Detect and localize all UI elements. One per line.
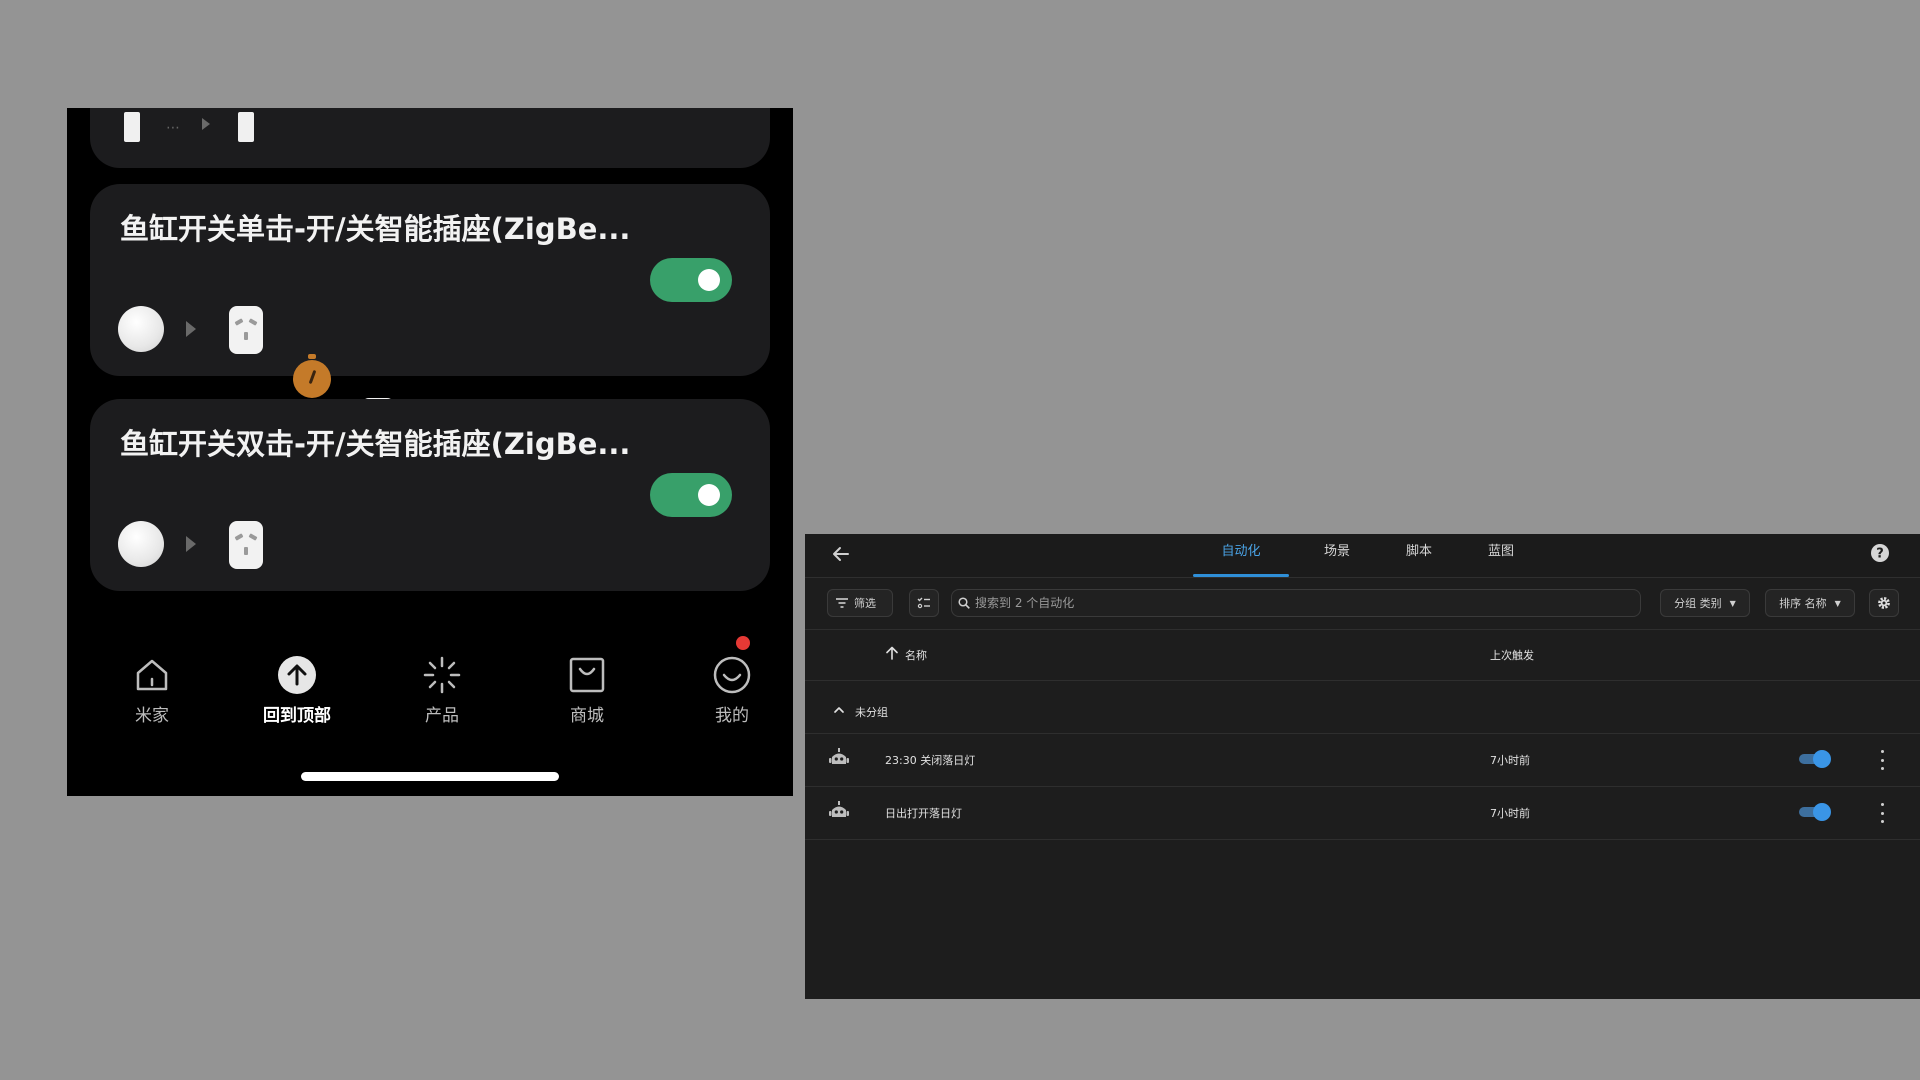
nav-item-back-to-top[interactable]: 回到顶部 xyxy=(242,653,352,726)
nav-item-home[interactable]: 米家 xyxy=(97,653,207,726)
gear-icon xyxy=(1878,597,1890,609)
divider xyxy=(805,839,1920,840)
wireless-switch-icon xyxy=(118,521,164,567)
nav-label: 米家 xyxy=(135,706,169,726)
device-icon xyxy=(238,112,254,142)
column-header-name[interactable]: 名称 xyxy=(905,647,927,663)
automation-card[interactable]: 鱼缸开关双击-开/关智能插座(ZigBe... xyxy=(90,399,770,591)
dots-icon: ⋯ xyxy=(166,120,180,136)
automation-toggle[interactable] xyxy=(650,258,732,302)
enable-toggle[interactable] xyxy=(1797,803,1831,821)
search-field[interactable] xyxy=(951,589,1641,617)
group-by-button[interactable]: 分组 类别 ▼ xyxy=(1660,589,1750,617)
robot-icon xyxy=(829,801,849,822)
filter-button[interactable]: 筛选 xyxy=(827,589,893,617)
home-assistant-automations-panel: 自动化 场景 脚本 蓝图 ? 筛选 分组 类别 ▼ 排序 名称 ▼ 名称 上次触… xyxy=(805,534,1920,999)
filter-icon xyxy=(836,598,848,608)
svg-text:?: ? xyxy=(1876,547,1884,562)
arrow-right-icon xyxy=(186,536,196,552)
automation-name: 23:30 关闭落日灯 xyxy=(885,754,976,767)
table-row[interactable]: 23:30 关闭落日灯 7小时前 xyxy=(805,734,1920,786)
caret-down-icon: ▼ xyxy=(1834,598,1841,608)
smiley-icon xyxy=(677,653,787,697)
nav-label: 产品 xyxy=(425,706,459,726)
more-vert-icon[interactable] xyxy=(1876,803,1888,823)
arrow-up-circle-icon xyxy=(242,653,352,697)
last-triggered: 7小时前 xyxy=(1490,807,1530,820)
filter-label: 筛选 xyxy=(854,597,876,610)
sort-button[interactable]: 排序 名称 ▼ xyxy=(1765,589,1855,617)
search-input[interactable] xyxy=(973,595,1617,611)
caret-down-icon: ▼ xyxy=(1729,598,1736,608)
search-icon xyxy=(958,597,970,609)
settings-button[interactable] xyxy=(1869,589,1899,617)
shopping-bag-icon xyxy=(532,653,642,697)
nav-label: 我的 xyxy=(715,706,749,726)
back-arrow-icon[interactable] xyxy=(831,544,851,567)
chevron-up-icon[interactable] xyxy=(833,704,845,718)
enable-toggle[interactable] xyxy=(1797,750,1831,768)
tab-blueprints[interactable]: 蓝图 xyxy=(1469,534,1533,577)
sort-ascending-icon[interactable] xyxy=(885,646,899,663)
help-icon[interactable]: ? xyxy=(1870,543,1890,566)
automation-card[interactable]: 鱼缸开关单击-开/关智能插座(ZigBe... xyxy=(90,184,770,446)
smart-plug-icon xyxy=(229,521,263,569)
home-icon xyxy=(97,653,207,697)
group-by-label: 分组 类别 xyxy=(1674,597,1722,610)
nav-item-products[interactable]: 产品 xyxy=(387,653,497,726)
multi-select-button[interactable] xyxy=(909,589,939,617)
divider xyxy=(805,680,1920,681)
more-vert-icon[interactable] xyxy=(1876,750,1888,770)
tab-automations[interactable]: 自动化 xyxy=(1193,534,1289,577)
arrow-right-icon xyxy=(186,321,196,337)
nav-label: 商城 xyxy=(570,706,604,726)
automation-toggle[interactable] xyxy=(650,473,732,517)
nav-item-profile[interactable]: 我的 xyxy=(677,653,787,726)
timer-icon xyxy=(293,354,331,398)
group-header: 未分组 xyxy=(855,706,888,719)
top-bar: 自动化 场景 脚本 蓝图 ? xyxy=(805,534,1920,578)
tab-scenes[interactable]: 场景 xyxy=(1305,534,1369,577)
tab-scripts[interactable]: 脚本 xyxy=(1387,534,1451,577)
nav-item-store[interactable]: 商城 xyxy=(532,653,642,726)
mi-home-phone-screen: ⋯ 鱼缸开关单击-开/关智能插座(ZigBe... 鱼缸开关双击-开/关智能插座… xyxy=(67,108,793,796)
divider xyxy=(805,629,1920,630)
home-indicator[interactable] xyxy=(301,772,559,781)
sparkle-icon xyxy=(387,653,497,697)
smart-plug-icon xyxy=(229,306,263,354)
nav-label: 回到顶部 xyxy=(263,706,331,726)
table-row[interactable]: 日出打开落日灯 7小时前 xyxy=(805,787,1920,839)
arrow-right-icon xyxy=(202,118,210,130)
robot-icon xyxy=(829,748,849,769)
device-icon xyxy=(124,112,140,142)
automation-title: 鱼缸开关双击-开/关智能插座(ZigBe... xyxy=(120,427,631,461)
checklist-icon xyxy=(917,597,930,609)
sort-label: 排序 名称 xyxy=(1779,597,1827,610)
automation-card-partial[interactable]: ⋯ xyxy=(90,108,770,168)
notification-badge xyxy=(736,636,750,650)
automation-title: 鱼缸开关单击-开/关智能插座(ZigBe... xyxy=(120,212,631,246)
automation-name: 日出打开落日灯 xyxy=(885,807,962,820)
wireless-switch-icon xyxy=(118,306,164,352)
column-header-last-triggered[interactable]: 上次触发 xyxy=(1490,647,1534,663)
last-triggered: 7小时前 xyxy=(1490,754,1530,767)
